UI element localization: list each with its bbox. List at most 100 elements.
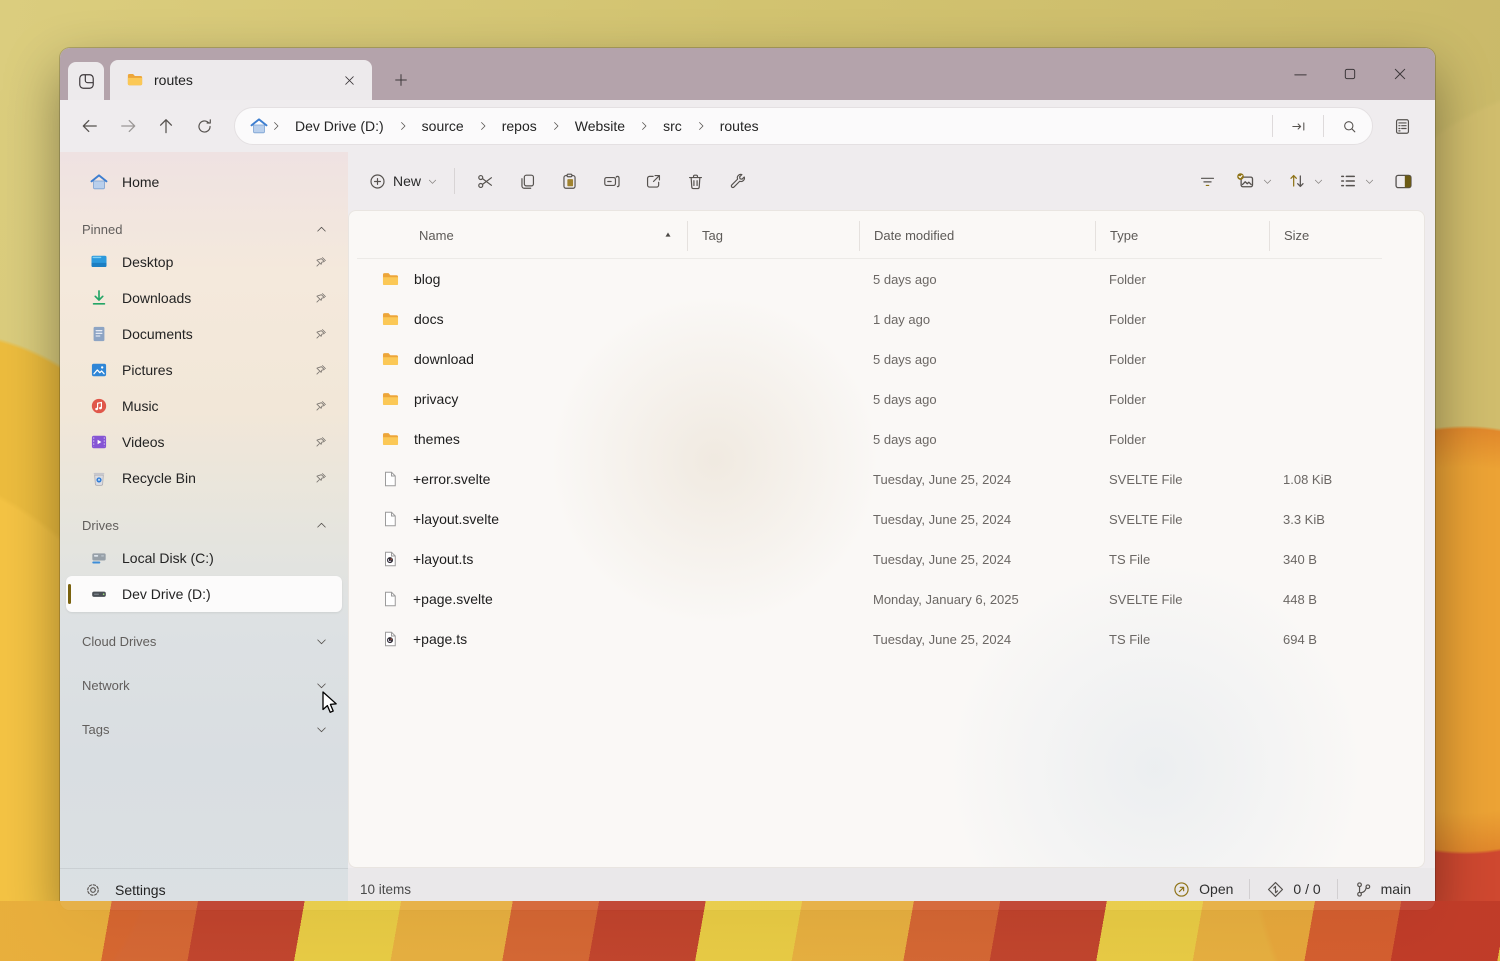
file-name: blog bbox=[414, 271, 440, 287]
breadcrumb-segment[interactable]: src bbox=[655, 114, 690, 138]
minimize-button[interactable] bbox=[1275, 54, 1325, 94]
divider bbox=[454, 168, 455, 194]
tools-button[interactable] bbox=[717, 163, 757, 199]
sidebar-item-home[interactable]: Home bbox=[66, 164, 342, 200]
refresh-button[interactable] bbox=[186, 108, 222, 144]
sidebar-item-downloads[interactable]: Downloads bbox=[66, 280, 342, 316]
sidebar-item-documents[interactable]: Documents bbox=[66, 316, 342, 352]
sidebar-section-drives[interactable]: Drives bbox=[60, 510, 348, 540]
column-header-tag[interactable]: Tag bbox=[687, 221, 859, 251]
tab-routes[interactable]: routes bbox=[110, 60, 372, 100]
sidebar-item-label: Music bbox=[122, 398, 301, 414]
sidebar-section-cloud-drives[interactable]: Cloud Drives bbox=[60, 626, 348, 656]
breadcrumb-segment[interactable]: Website bbox=[567, 114, 633, 138]
open-button[interactable]: Open bbox=[1166, 876, 1239, 903]
breadcrumb-segment[interactable]: routes bbox=[712, 114, 767, 138]
go-to-end-button[interactable] bbox=[1281, 111, 1315, 141]
layout-button[interactable] bbox=[1332, 163, 1381, 199]
search-button[interactable] bbox=[1332, 111, 1366, 141]
cut-button[interactable] bbox=[465, 163, 505, 199]
forward-button[interactable] bbox=[110, 108, 146, 144]
file-row-docs[interactable]: docs 1 day ago Folder bbox=[357, 299, 1382, 339]
share-button[interactable] bbox=[633, 163, 673, 199]
chevron-up-icon[interactable] bbox=[315, 519, 328, 532]
up-button[interactable] bbox=[148, 108, 184, 144]
file-row-page-ts[interactable]: +page.ts Tuesday, June 25, 2024 TS File … bbox=[357, 619, 1382, 659]
git-branch-icon bbox=[1354, 880, 1373, 899]
sidebar-item-desktop[interactable]: Desktop bbox=[66, 244, 342, 280]
column-header-date[interactable]: Date modified bbox=[859, 221, 1095, 251]
file-name: themes bbox=[414, 431, 460, 447]
file-row-error-svelte[interactable]: +error.svelte Tuesday, June 25, 2024 SVE… bbox=[357, 459, 1382, 499]
sidebar-item-local-disk-c[interactable]: Local Disk (C:) bbox=[66, 540, 342, 576]
file-row-layout-ts[interactable]: +layout.ts Tuesday, June 25, 2024 TS Fil… bbox=[357, 539, 1382, 579]
sidebar-item-music[interactable]: Music bbox=[66, 388, 342, 424]
sidebar-item-pictures[interactable]: Pictures bbox=[66, 352, 342, 388]
column-header-name[interactable]: Name bbox=[357, 221, 687, 251]
new-button[interactable]: New bbox=[362, 163, 444, 199]
sidebar-section-pinned[interactable]: Pinned bbox=[60, 214, 348, 244]
settings-button[interactable]: Settings bbox=[60, 868, 348, 910]
sort-button[interactable] bbox=[1281, 163, 1330, 199]
details-pane-button[interactable] bbox=[1383, 108, 1421, 144]
status-bar-right: Open 0 / 0 main bbox=[1166, 876, 1417, 903]
column-header-size[interactable]: Size bbox=[1269, 221, 1382, 251]
new-tab-button[interactable] bbox=[386, 65, 416, 95]
git-counts: 0 / 0 bbox=[1293, 881, 1320, 897]
back-button[interactable] bbox=[72, 108, 108, 144]
pin-icon bbox=[314, 291, 328, 305]
sidebar-section-tags[interactable]: Tags bbox=[60, 714, 348, 744]
file-list-header: Name Tag Date modified Type Size bbox=[357, 213, 1382, 259]
music-icon bbox=[88, 396, 109, 417]
breadcrumb-segment[interactable]: repos bbox=[494, 114, 545, 138]
branch-name: main bbox=[1381, 881, 1411, 897]
file-row-privacy[interactable]: privacy 5 days ago Folder bbox=[357, 379, 1382, 419]
file-size: 340 B bbox=[1269, 552, 1382, 567]
close-window-button[interactable] bbox=[1375, 54, 1425, 94]
git-sync-status[interactable]: 0 / 0 bbox=[1260, 876, 1326, 903]
sidebar-item-dev-drive-d[interactable]: Dev Drive (D:) bbox=[66, 576, 342, 612]
section-label: Pinned bbox=[82, 222, 315, 237]
sidebar-item-videos[interactable]: Videos bbox=[66, 424, 342, 460]
sort-ascending-icon bbox=[663, 228, 673, 243]
plus-icon bbox=[393, 72, 409, 88]
breadcrumb-segment[interactable]: source bbox=[414, 114, 472, 138]
breadcrumb-segment[interactable]: Dev Drive (D:) bbox=[287, 114, 392, 138]
svelte-file-icon bbox=[381, 510, 399, 528]
sidebar-item-recycle-bin[interactable]: Recycle Bin bbox=[66, 460, 342, 496]
videos-icon bbox=[88, 432, 109, 453]
git-branch-status[interactable]: main bbox=[1348, 876, 1417, 903]
file-row-download[interactable]: download 5 days ago Folder bbox=[357, 339, 1382, 379]
maximize-button[interactable] bbox=[1325, 54, 1375, 94]
home-icon[interactable] bbox=[249, 116, 269, 136]
file-name: +error.svelte bbox=[413, 471, 490, 487]
filter-button[interactable] bbox=[1187, 163, 1227, 199]
breadcrumb-bar[interactable]: Dev Drive (D:) source repos Website src … bbox=[234, 107, 1373, 145]
tab-switcher-button[interactable] bbox=[68, 62, 104, 100]
file-row-blog[interactable]: blog 5 days ago Folder bbox=[357, 259, 1382, 299]
chevron-up-icon[interactable] bbox=[315, 223, 328, 236]
refresh-icon bbox=[195, 117, 214, 136]
delete-button[interactable] bbox=[675, 163, 715, 199]
paste-button[interactable] bbox=[549, 163, 589, 199]
main-area: Home Pinned Desktop bbox=[60, 152, 1435, 910]
file-type: SVELTE File bbox=[1095, 592, 1269, 607]
copy-button[interactable] bbox=[507, 163, 547, 199]
file-row-layout-svelte[interactable]: +layout.svelte Tuesday, June 25, 2024 SV… bbox=[357, 499, 1382, 539]
sidebar: Home Pinned Desktop bbox=[60, 152, 348, 910]
file-type: Folder bbox=[1095, 432, 1269, 447]
new-button-label: New bbox=[393, 173, 421, 189]
chevron-down-icon[interactable] bbox=[315, 723, 328, 736]
address-bar-actions bbox=[1264, 111, 1366, 141]
preview-pane-toggle[interactable] bbox=[1383, 163, 1423, 199]
group-by-button[interactable] bbox=[1229, 163, 1279, 199]
column-header-type[interactable]: Type bbox=[1095, 221, 1269, 251]
delete-icon bbox=[686, 172, 705, 191]
tab-close-button[interactable] bbox=[338, 69, 360, 91]
file-row-themes[interactable]: themes 5 days ago Folder bbox=[357, 419, 1382, 459]
sidebar-section-network[interactable]: Network bbox=[60, 670, 348, 700]
file-row-page-svelte[interactable]: +page.svelte Monday, January 6, 2025 SVE… bbox=[357, 579, 1382, 619]
pin-icon bbox=[314, 399, 328, 413]
chevron-down-icon[interactable] bbox=[315, 635, 328, 648]
rename-button[interactable] bbox=[591, 163, 631, 199]
